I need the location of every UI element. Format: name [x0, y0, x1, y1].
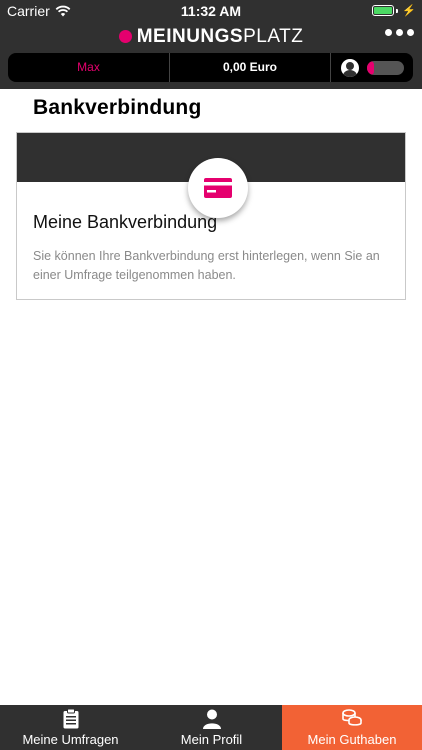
tab-label: Mein Guthaben: [307, 732, 397, 747]
status-bar: Carrier 11:32 AM ⚡: [0, 0, 422, 22]
card-icon-badge: [188, 158, 248, 218]
account-balance[interactable]: 0,00 Euro: [170, 53, 331, 82]
battery-icon: ⚡: [372, 4, 416, 17]
card-description: Sie können Ihre Bankverbindung erst hint…: [33, 249, 380, 282]
card-title: Meine Bankverbindung: [33, 212, 218, 232]
logo-text-bold: MEINUNGS: [136, 26, 244, 47]
charging-icon: ⚡: [402, 5, 416, 17]
avatar-icon: [340, 58, 359, 77]
logo-text-light: PLATZ: [243, 26, 304, 47]
credit-card-icon: [204, 178, 232, 198]
profile-progress-bar: [366, 60, 404, 75]
profile-status[interactable]: [331, 58, 413, 77]
tab-label: Meine Umfragen: [22, 732, 119, 747]
status-time: 11:32 AM: [180, 3, 242, 19]
logo-dot-icon: [118, 30, 132, 43]
user-name[interactable]: Max: [8, 53, 170, 82]
clipboard-icon: [63, 709, 78, 729]
tab-mein-guthaben[interactable]: Mein Guthaben: [282, 705, 422, 750]
tab-mein-profil[interactable]: Mein Profil: [141, 705, 282, 750]
bank-account-card: Meine Bankverbindung Sie können Ihre Ban…: [16, 132, 406, 300]
more-options-icon[interactable]: [385, 29, 414, 36]
page-title: Bankverbindung: [33, 96, 202, 119]
profile-progress-fill: [366, 60, 374, 75]
coins-icon: [342, 709, 362, 726]
top-bar: Carrier 11:32 AM ⚡ MEINUNGSPLATZ Max 0,0…: [0, 0, 422, 89]
tab-label: Mein Profil: [180, 732, 243, 747]
person-icon: [202, 709, 221, 729]
app-logo: MEINUNGSPLATZ: [0, 27, 422, 47]
user-summary-bar: Max 0,00 Euro: [8, 53, 413, 82]
tab-meine-umfragen[interactable]: Meine Umfragen: [0, 705, 141, 750]
bottom-tab-bar: Meine Umfragen Mein Profil Mein Guthaben: [0, 705, 422, 750]
